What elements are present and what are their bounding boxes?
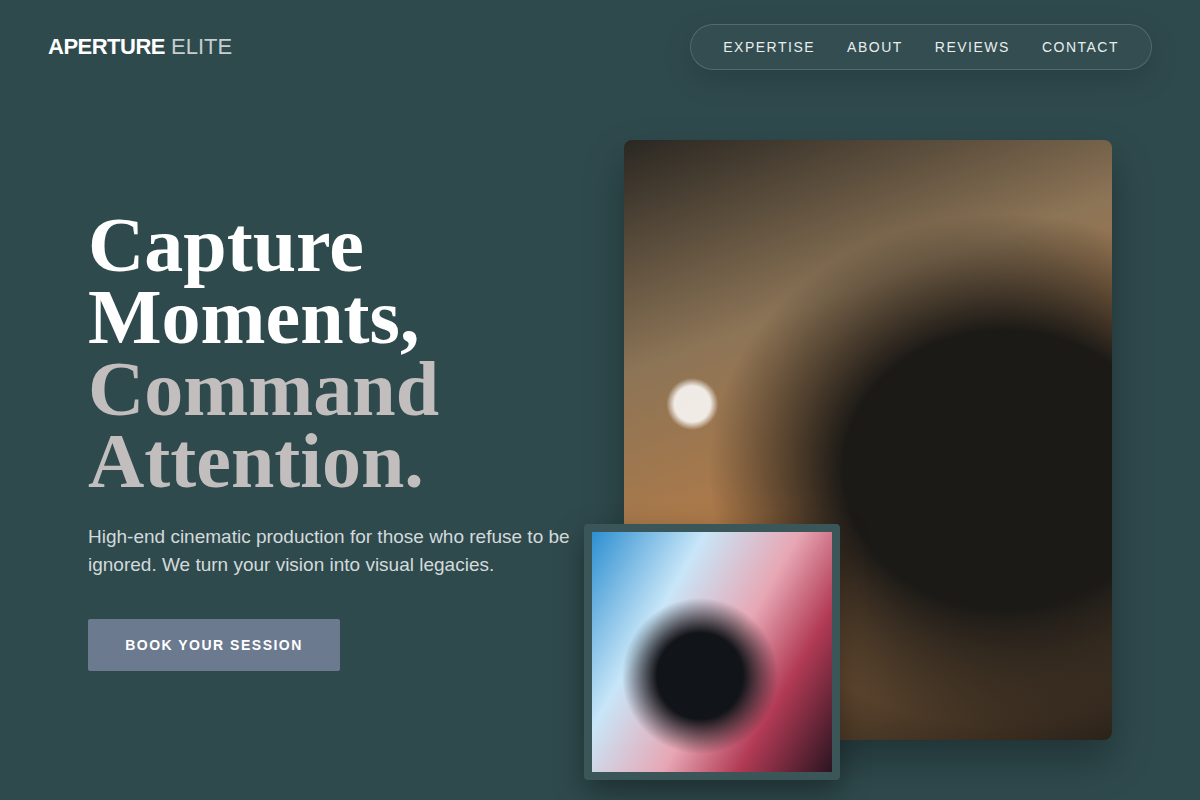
hero: CaptureMoments,CommandAttention. High-end…: [0, 140, 1200, 740]
nav-link[interactable]: CONTACT: [1042, 39, 1119, 55]
header: APERTUREELITE EXPERTISE ABOUT REVIEWS CONTAC…: [0, 0, 1200, 70]
description: High-end cinematic production for those …: [88, 523, 578, 579]
filming-photo: [592, 532, 832, 772]
headline: CaptureMoments,CommandAttention.: [88, 209, 439, 497]
page: APERTUREELITE EXPERTISE ABOUT REVIEWS CONTAC…: [0, 0, 1200, 800]
nav-link[interactable]: EXPERTISE: [723, 39, 815, 55]
book-button[interactable]: BOOK YOUR SESSION: [88, 619, 340, 671]
logo[interactable]: APERTUREELITE: [48, 34, 232, 60]
headline-line: Attention.: [88, 425, 439, 497]
visuals: [584, 140, 1112, 740]
headline-line: Capture: [88, 209, 439, 281]
logo-primary: APERTURE: [48, 34, 165, 60]
hero-text: CaptureMoments,CommandAttention. High-end…: [88, 209, 584, 671]
headline-line: Moments,: [88, 281, 439, 353]
small-photo-frame: [584, 524, 840, 780]
nav-link[interactable]: ABOUT: [847, 39, 903, 55]
nav: EXPERTISE ABOUT REVIEWS CONTACT: [690, 24, 1152, 70]
headline-line: Command: [88, 353, 439, 425]
nav-link[interactable]: REVIEWS: [935, 39, 1010, 55]
logo-secondary: ELITE: [171, 34, 232, 60]
